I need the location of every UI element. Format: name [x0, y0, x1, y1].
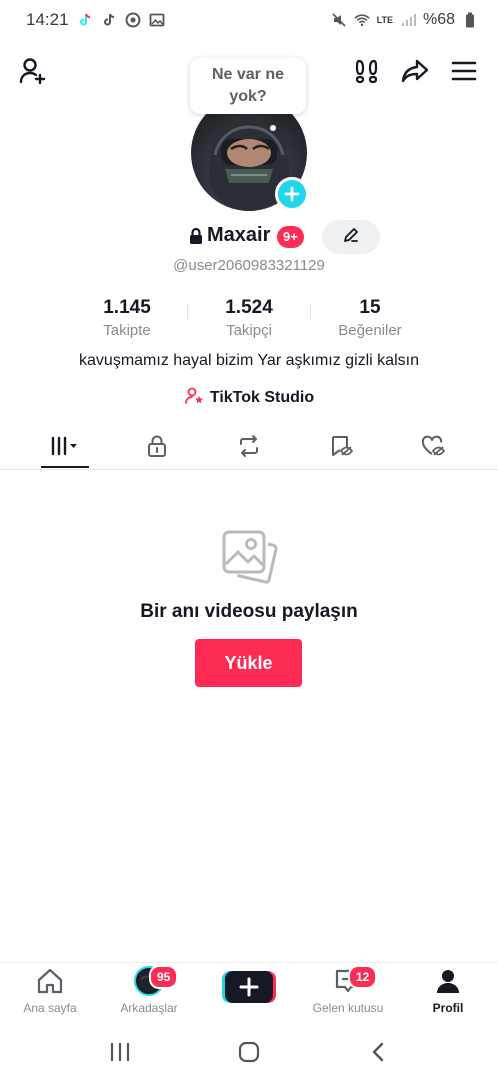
- tiktok-studio-link[interactable]: TikTok Studio: [0, 387, 498, 409]
- username: Maxair: [207, 224, 271, 246]
- lock-icon: [188, 227, 204, 250]
- tab-favorites[interactable]: [311, 426, 371, 470]
- nav-profile[interactable]: Profil: [398, 967, 498, 1023]
- bookmark-hidden-icon: [328, 434, 354, 463]
- edit-profile-button[interactable]: [322, 220, 380, 254]
- stats-row: 1.145 Takipte 1.524 Takipçi 15 Beğeniler: [0, 297, 498, 341]
- nav-label: Ana sayfa: [23, 1001, 77, 1015]
- status-time: 14:21: [26, 10, 69, 29]
- studio-icon: [184, 386, 204, 411]
- nav-friends[interactable]: Arkadaşlar 95: [99, 965, 199, 1023]
- videos-grid-icon: [47, 434, 83, 463]
- nav-label: Profil: [432, 1001, 464, 1015]
- upload-button[interactable]: Yükle: [195, 639, 302, 687]
- mute-icon: [331, 12, 347, 28]
- user-handle: @user2060983321129: [173, 257, 325, 274]
- pencil-icon: [342, 226, 360, 249]
- wifi-icon: [353, 12, 370, 28]
- signal-icon: [400, 12, 416, 28]
- notification-badge[interactable]: 9+: [277, 226, 304, 248]
- empty-state-title: Bir anı videosu paylaşın: [140, 601, 358, 622]
- recents-icon[interactable]: [105, 1040, 135, 1064]
- name-row: Maxair 9+: [0, 220, 498, 254]
- status-bar: 14:21 LTE %68: [0, 0, 498, 40]
- home-button-icon[interactable]: [234, 1040, 264, 1064]
- bubble-tail: [270, 125, 276, 131]
- active-tab-indicator: [41, 466, 89, 468]
- back-icon[interactable]: [364, 1040, 394, 1064]
- profile-icon: [433, 966, 463, 1001]
- lock-tab-icon: [145, 434, 169, 463]
- tiktok-notification-icon: [77, 12, 93, 28]
- system-nav-bar: [0, 1024, 498, 1080]
- tab-videos[interactable]: [35, 426, 95, 470]
- note-bubble-text: Ne var ne yok?: [211, 66, 285, 105]
- tab-reposts[interactable]: [219, 426, 279, 470]
- gallery-icon: [149, 12, 165, 28]
- add-story-icon[interactable]: [275, 177, 309, 211]
- menu-icon[interactable]: [449, 56, 479, 86]
- footprints-icon[interactable]: [352, 56, 382, 86]
- nav-home[interactable]: Ana sayfa: [0, 967, 100, 1023]
- stat-value: 15: [359, 297, 381, 318]
- nav-label: Arkadaşlar: [120, 1001, 178, 1015]
- stat-followers[interactable]: 1.524 Takipçi: [189, 297, 309, 341]
- nav-inbox[interactable]: Gelen kutusu 12: [298, 965, 398, 1023]
- stat-likes[interactable]: 15 Beğeniler: [310, 297, 430, 341]
- add-friend-icon[interactable]: [18, 56, 48, 86]
- tab-liked[interactable]: [403, 426, 463, 470]
- tab-private[interactable]: [127, 426, 187, 470]
- chrome-icon: [125, 12, 141, 28]
- stat-divider: [187, 303, 188, 319]
- stat-label: Takipçi: [226, 322, 272, 339]
- note-bubble[interactable]: Ne var ne yok?: [190, 58, 306, 114]
- repost-icon: [236, 434, 262, 463]
- heart-hidden-icon: [420, 434, 446, 463]
- battery-icon: [462, 12, 478, 28]
- profile-tabs: [0, 426, 498, 470]
- inbox-badge: 12: [348, 965, 378, 989]
- studio-label: TikTok Studio: [209, 389, 315, 406]
- create-button[interactable]: [222, 971, 276, 1003]
- home-icon: [35, 966, 65, 1001]
- tiktok-icon: [101, 12, 117, 28]
- bio: kavuşmamız hayal bizim Yar aşkımız gizli…: [79, 352, 419, 369]
- battery-text: %68: [422, 11, 455, 28]
- network-label: LTE: [376, 14, 393, 25]
- stat-value: 1.145: [103, 297, 151, 318]
- friends-badge: 95: [149, 965, 179, 989]
- nav-label: Gelen kutusu: [312, 1001, 384, 1015]
- photo-stack-icon: [220, 528, 278, 586]
- share-icon[interactable]: [400, 56, 430, 86]
- bottom-nav: Ana sayfa Arkadaşlar 95 Gelen kutusu 12: [0, 962, 498, 1024]
- stat-label: Beğeniler: [338, 322, 402, 339]
- stat-value: 1.524: [225, 297, 273, 318]
- stat-label: Takipte: [103, 322, 151, 339]
- stat-following[interactable]: 1.145 Takipte: [67, 297, 187, 341]
